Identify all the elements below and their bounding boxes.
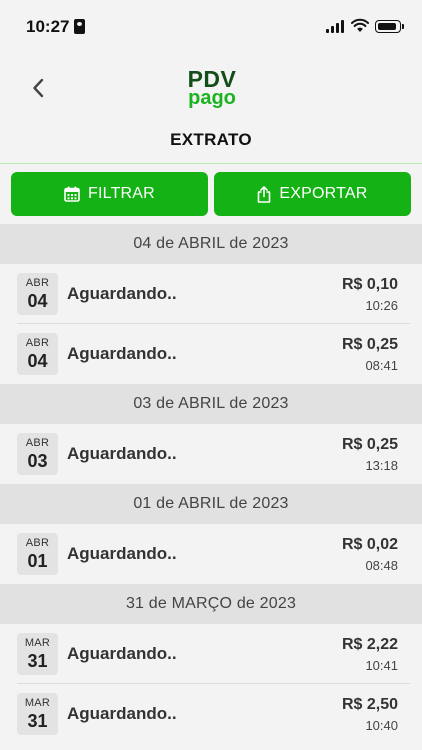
filter-button[interactable]: FILTRAR xyxy=(11,172,208,216)
transaction-row[interactable]: MAR 31 Aguardando.. R$ 2,50 10:40 xyxy=(0,684,422,744)
transaction-status: Aguardando.. xyxy=(67,644,177,663)
action-bar: FILTRAR EXPORTAR xyxy=(0,165,422,224)
badge-day: 01 xyxy=(27,551,48,571)
transaction-status: Aguardando.. xyxy=(67,344,177,363)
transaction-time: 10:26 xyxy=(365,298,398,313)
back-button[interactable] xyxy=(24,74,52,102)
transaction-amount: R$ 0,25 xyxy=(341,336,398,353)
transaction-time: 10:40 xyxy=(365,718,398,733)
transaction-amount: R$ 2,50 xyxy=(341,696,398,713)
transaction-amount: R$ 2,22 xyxy=(341,636,398,653)
badge-month: MAR xyxy=(24,697,51,709)
date-badge: ABR 04 xyxy=(17,273,58,315)
badge-day: 31 xyxy=(27,711,48,731)
transaction-status: Aguardando.. xyxy=(67,704,177,723)
transaction-amount: R$ 0,10 xyxy=(341,276,398,293)
badge-day: 04 xyxy=(27,291,48,311)
date-badge: MAR 31 xyxy=(17,693,58,735)
wifi-icon xyxy=(351,18,369,32)
contact-card-icon xyxy=(74,19,85,34)
page-title: EXTRATO xyxy=(170,130,252,149)
logo-text-bottom: pago xyxy=(188,87,236,109)
date-group-header: 01 de ABRIL de 2023 xyxy=(0,484,422,524)
cellular-signal-icon xyxy=(326,20,344,33)
transaction-amount: R$ 0,02 xyxy=(341,536,398,553)
transaction-status: Aguardando.. xyxy=(67,544,177,563)
transaction-row[interactable]: ABR 01 Aguardando.. R$ 0,02 08:48 xyxy=(0,524,422,584)
transaction-time: 10:41 xyxy=(365,658,398,673)
share-icon xyxy=(258,185,271,203)
badge-day: 31 xyxy=(27,651,48,671)
badge-month: ABR xyxy=(25,277,50,289)
battery-icon xyxy=(375,20,404,33)
export-button-label: EXPORTAR xyxy=(279,185,368,202)
badge-month: ABR xyxy=(25,537,50,549)
transaction-amount: R$ 0,25 xyxy=(341,436,398,453)
transaction-row[interactable]: ABR 03 Aguardando.. R$ 0,25 13:18 xyxy=(0,424,422,484)
statement-list: 04 de ABRIL de 2023 ABR 04 Aguardando.. … xyxy=(0,224,422,744)
transaction-row[interactable]: ABR 04 Aguardando.. R$ 0,25 08:41 xyxy=(0,324,422,384)
date-badge: ABR 04 xyxy=(17,333,58,375)
filter-button-label: FILTRAR xyxy=(88,185,155,202)
date-group-header: 03 de ABRIL de 2023 xyxy=(0,384,422,424)
transaction-time: 13:18 xyxy=(365,458,398,473)
badge-month: ABR xyxy=(25,337,50,349)
transaction-time: 08:48 xyxy=(365,558,398,573)
date-badge: ABR 03 xyxy=(17,433,58,475)
status-time: 10:27 xyxy=(26,17,70,36)
transaction-status: Aguardando.. xyxy=(67,284,177,303)
transaction-row[interactable]: MAR 31 Aguardando.. R$ 2,22 10:41 xyxy=(0,624,422,684)
badge-month: MAR xyxy=(24,637,51,649)
transaction-time: 08:41 xyxy=(365,358,398,373)
transaction-row[interactable]: ABR 04 Aguardando.. R$ 0,10 10:26 xyxy=(0,264,422,324)
calendar-icon xyxy=(64,186,80,202)
pdv-pago-logo: PDV pago xyxy=(182,68,242,109)
chevron-left-icon xyxy=(33,78,44,98)
badge-month: ABR xyxy=(25,437,50,449)
date-badge: MAR 31 xyxy=(17,633,58,675)
date-badge: ABR 01 xyxy=(17,533,58,575)
badge-day: 03 xyxy=(27,451,48,471)
date-group-header: 31 de MARÇO de 2023 xyxy=(0,584,422,624)
app-header: PDV pago EXTRATO xyxy=(0,52,422,164)
export-button[interactable]: EXPORTAR xyxy=(214,172,411,216)
badge-day: 04 xyxy=(27,351,48,371)
transaction-status: Aguardando.. xyxy=(67,444,177,463)
date-group-header: 04 de ABRIL de 2023 xyxy=(0,224,422,264)
status-bar: 10:27 xyxy=(0,0,422,52)
